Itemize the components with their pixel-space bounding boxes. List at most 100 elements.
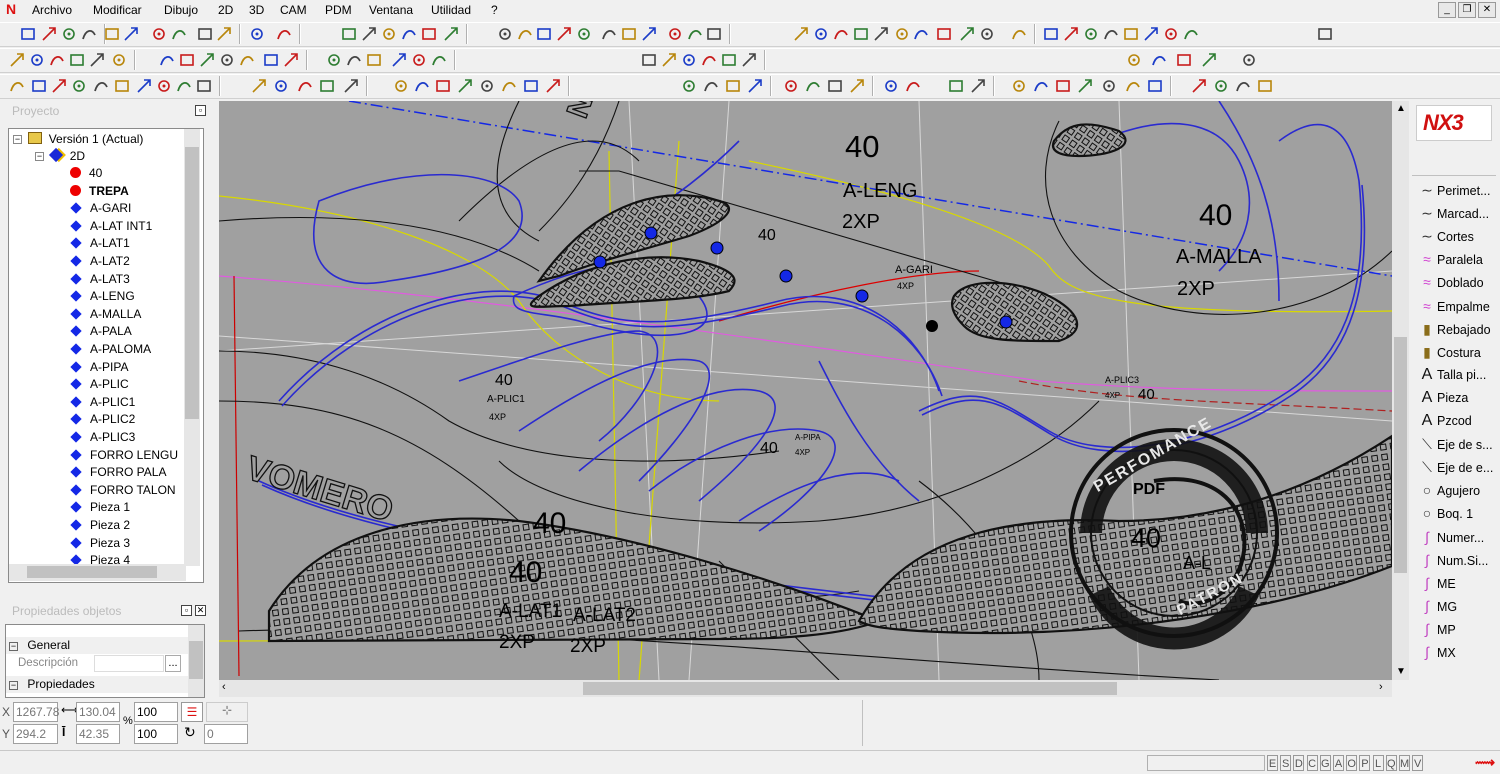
print-preview-icon[interactable]: [262, 51, 280, 69]
menu-help[interactable]: ?: [491, 3, 498, 17]
dash-icon[interactable]: [832, 25, 850, 43]
curve2-icon[interactable]: [720, 51, 738, 69]
brush-icon[interactable]: [1125, 51, 1143, 69]
snap-arc-icon[interactable]: [110, 51, 128, 69]
pen-icon[interactable]: [1175, 51, 1193, 69]
snap-grid-icon[interactable]: [68, 51, 86, 69]
angle-field[interactable]: 0: [204, 724, 248, 744]
3d-icon[interactable]: [442, 25, 460, 43]
zoom-lens2-icon[interactable]: [969, 77, 987, 95]
snap-center-icon[interactable]: [48, 51, 66, 69]
extend-icon[interactable]: [1062, 25, 1080, 43]
scale-y-field[interactable]: 100: [134, 724, 178, 744]
tool-perimet[interactable]: ∼ Perimet...: [1418, 179, 1490, 201]
trace-icon[interactable]: [958, 25, 976, 43]
zoom-lens-icon[interactable]: [947, 77, 965, 95]
point-icon[interactable]: [555, 25, 573, 43]
picture-icon[interactable]: [1190, 77, 1208, 95]
line-icon[interactable]: [600, 25, 618, 43]
status-flag-d[interactable]: D: [1293, 755, 1305, 771]
status-flag-s[interactable]: S: [1280, 755, 1292, 771]
menu-utilidad[interactable]: Utilidad: [431, 3, 471, 17]
arc-right-icon[interactable]: [852, 25, 870, 43]
zoom-in-icon[interactable]: [158, 51, 176, 69]
tool-empalme[interactable]: ≈ Empalme: [1418, 295, 1490, 317]
scale-x-field[interactable]: 100: [134, 702, 178, 722]
rotate-cw-icon[interactable]: [724, 77, 742, 95]
move-icon[interactable]: [340, 25, 358, 43]
tool-agujero[interactable]: ○ Agujero: [1418, 479, 1480, 501]
cut-icon[interactable]: [296, 77, 314, 95]
text-icon[interactable]: [792, 25, 810, 43]
highlight-icon[interactable]: [1240, 51, 1258, 69]
circle-icon[interactable]: [535, 25, 553, 43]
line-d-icon[interactable]: [456, 77, 474, 95]
align2-icon[interactable]: [1054, 77, 1072, 95]
tree-layer-row[interactable]: FORRO LENGU: [70, 447, 178, 465]
tree-layer-row[interactable]: Pieza 2: [70, 517, 130, 535]
tool-doblado[interactable]: ≈ Doblado: [1418, 271, 1483, 293]
order-icon[interactable]: [826, 77, 844, 95]
dx-field[interactable]: 130.04: [76, 702, 120, 722]
line-g-icon[interactable]: [522, 77, 540, 95]
ellipse-icon[interactable]: [113, 77, 131, 95]
curve-icon[interactable]: [496, 25, 514, 43]
zoom-all-icon[interactable]: [218, 51, 236, 69]
tool-marcad[interactable]: ∼ Marcad...: [1418, 202, 1489, 224]
panel-close-icon[interactable]: ✕: [195, 605, 206, 616]
undo-icon[interactable]: [150, 25, 168, 43]
tool-mg[interactable]: ∫ MG: [1418, 595, 1457, 617]
edit-icon[interactable]: [680, 77, 698, 95]
prop-descripcion-field[interactable]: [94, 655, 164, 672]
stamp-icon[interactable]: [978, 25, 996, 43]
color-icon[interactable]: [275, 25, 293, 43]
tree-layer-row[interactable]: A-PIPA: [70, 359, 128, 377]
info-icon[interactable]: [122, 25, 140, 43]
join-icon[interactable]: [1122, 25, 1140, 43]
project-tree[interactable]: − Versión 1 (Actual) − 2D 40 TREPA A-GARI A…: [8, 128, 204, 583]
status-flag-p[interactable]: P: [1359, 755, 1371, 771]
tool-talla-pi[interactable]: A Talla pi...: [1418, 364, 1487, 386]
measure-icon[interactable]: [686, 25, 704, 43]
tool-me[interactable]: ∫ ME: [1418, 572, 1456, 594]
tool-cortes[interactable]: ∼ Cortes: [1418, 225, 1474, 247]
break-icon[interactable]: [1082, 25, 1100, 43]
arc-icon[interactable]: [575, 25, 593, 43]
export-icon[interactable]: [215, 25, 233, 43]
status-flag-l[interactable]: L: [1372, 755, 1384, 771]
tool-rebajado[interactable]: ▮ Rebajado: [1418, 318, 1490, 340]
window-icon[interactable]: [782, 77, 800, 95]
help-icon[interactable]: [282, 51, 300, 69]
tree-layer-row[interactable]: A-LAT2: [70, 253, 130, 271]
panel-pin-icon[interactable]: ▫: [181, 605, 192, 616]
tree-layer-row[interactable]: A-MALLA: [70, 306, 141, 324]
arrows-icon[interactable]: [882, 77, 900, 95]
lines-icon[interactable]: [195, 77, 213, 95]
line-h-icon[interactable]: [544, 77, 562, 95]
tree-layer-row[interactable]: A-LENG: [70, 288, 135, 306]
arrows2-icon[interactable]: [904, 77, 922, 95]
rect-outline-icon[interactable]: [893, 25, 911, 43]
tree-layer-row[interactable]: TREPA: [70, 183, 129, 201]
scroll-right-icon[interactable]: ›: [1379, 681, 1383, 693]
piece-mirror-icon[interactable]: [365, 51, 383, 69]
status-flag-c[interactable]: C: [1306, 755, 1318, 771]
layers2-icon[interactable]: [1234, 77, 1252, 95]
tree-layer-row[interactable]: Pieza 1: [70, 499, 130, 517]
snap-end-icon[interactable]: [8, 51, 26, 69]
status-flag-e[interactable]: E: [1267, 755, 1278, 771]
arc-small-icon[interactable]: [872, 25, 890, 43]
tree-layer-row[interactable]: A-GARI: [70, 200, 131, 218]
snap-icon[interactable]: ⊹: [206, 702, 248, 722]
arc-icon[interactable]: [8, 77, 26, 95]
print2-icon[interactable]: [1076, 77, 1094, 95]
arc2-icon[interactable]: [30, 77, 48, 95]
mirror-icon[interactable]: [400, 25, 418, 43]
redo-icon[interactable]: [170, 25, 188, 43]
cross-icon[interactable]: [1102, 25, 1120, 43]
settings-icon[interactable]: [103, 25, 121, 43]
copy-blue-icon[interactable]: [380, 25, 398, 43]
line-e-icon[interactable]: [478, 77, 496, 95]
grid-icon[interactable]: [430, 51, 448, 69]
zoom-out-icon[interactable]: [178, 51, 196, 69]
